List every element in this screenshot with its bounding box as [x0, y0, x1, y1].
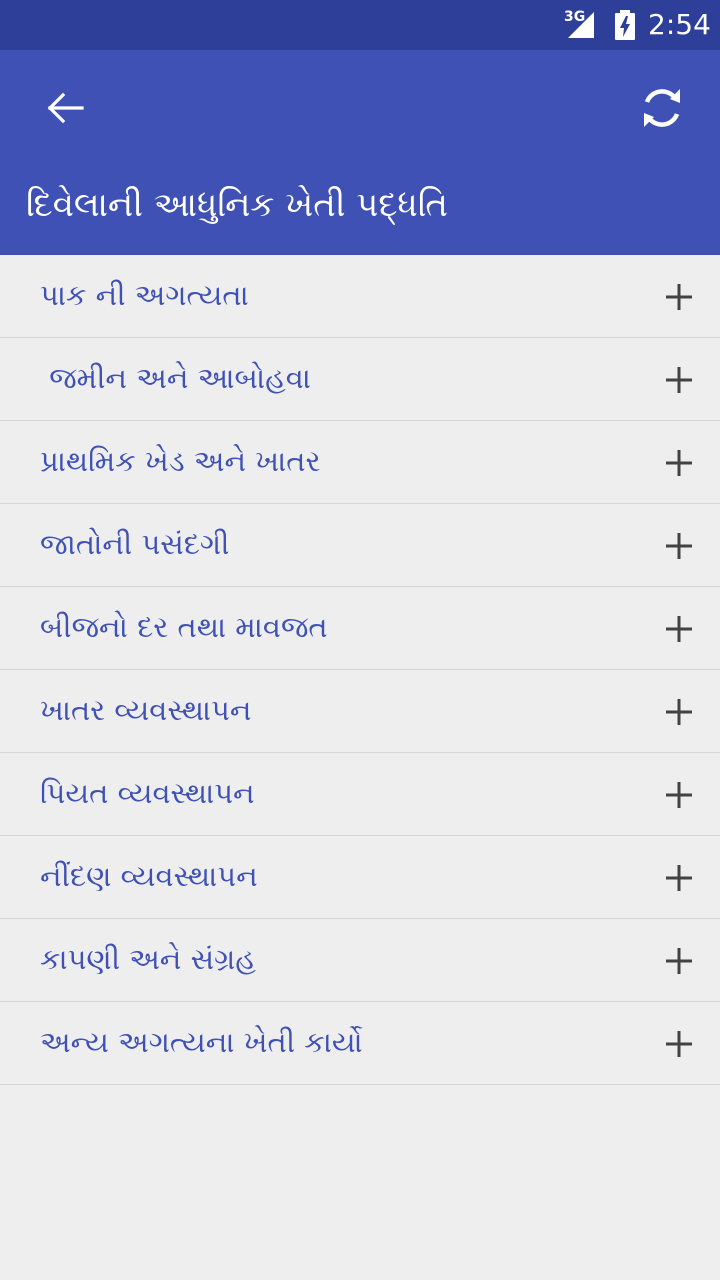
status-bar: 3G 2:54 — [0, 0, 720, 50]
plus-icon[interactable] — [664, 697, 694, 727]
plus-icon[interactable] — [664, 448, 694, 478]
arrow-back-icon — [47, 92, 84, 124]
list-item-label: પ્રાથમિક ખેડ અને ખાતર — [40, 444, 321, 478]
list-item[interactable]: ખાતર વ્યવસ્થાપન — [0, 670, 720, 753]
list-item[interactable]: જમીન અને આબોહવા — [0, 338, 720, 421]
plus-icon[interactable] — [664, 946, 694, 976]
network-indicator: 3G — [564, 10, 600, 40]
refresh-icon — [644, 89, 680, 127]
list-item-label: ખાતર વ્યવસ્થાપન — [40, 693, 252, 727]
back-button[interactable] — [34, 76, 98, 140]
plus-icon[interactable] — [664, 531, 694, 561]
list-item[interactable]: બીજનો દર તથા માવજત — [0, 587, 720, 670]
plus-icon[interactable] — [664, 1029, 694, 1059]
list-item-label: કાપણી અને સંગ્રહ — [40, 942, 256, 976]
list-item-label: અન્ય અગત્યના ખેતી કાર્યો — [40, 1025, 363, 1059]
plus-icon[interactable] — [664, 780, 694, 810]
list-item-label: પાક ની અગત્યતા — [40, 278, 249, 312]
plus-icon[interactable] — [664, 365, 694, 395]
list-item[interactable]: પિયત વ્યવસ્થાપન — [0, 753, 720, 836]
plus-icon[interactable] — [664, 863, 694, 893]
list-item-label: જમીન અને આબોહવા — [40, 361, 311, 395]
battery-charging-icon — [615, 10, 635, 40]
app-bar: દિવેલાની આધુનિક ખેતી પદ્ધતિ — [0, 50, 720, 255]
list-item[interactable]: કાપણી અને સંગ્રહ — [0, 919, 720, 1002]
list-item-label: નીંદણ વ્યવસ્થાપન — [40, 859, 258, 893]
list-item-label: પિયત વ્યવસ્થાપન — [40, 776, 255, 810]
list-item-label: બીજનો દર તથા માવજત — [40, 610, 328, 644]
signal-icon — [568, 12, 594, 38]
list-item[interactable]: પાક ની અગત્યતા — [0, 255, 720, 338]
plus-icon[interactable] — [664, 282, 694, 312]
list-item[interactable]: નીંદણ વ્યવસ્થાપન — [0, 836, 720, 919]
list-item-label: જાતોની પસંદગી — [40, 527, 230, 561]
status-time: 2:54 — [648, 8, 711, 41]
plus-icon[interactable] — [664, 614, 694, 644]
page-title: દિવેલાની આધુનિક ખેતી પદ્ધતિ — [26, 185, 448, 225]
list-item[interactable]: જાતોની પસંદગી — [0, 504, 720, 587]
list-item[interactable]: પ્રાથમિક ખેડ અને ખાતર — [0, 421, 720, 504]
list-item[interactable]: અન્ય અગત્યના ખેતી કાર્યો — [0, 1002, 720, 1085]
refresh-button[interactable] — [630, 76, 694, 140]
section-list: પાક ની અગત્યતા જમીન અને આબોહવા પ્રાથમિક ખ… — [0, 255, 720, 1085]
